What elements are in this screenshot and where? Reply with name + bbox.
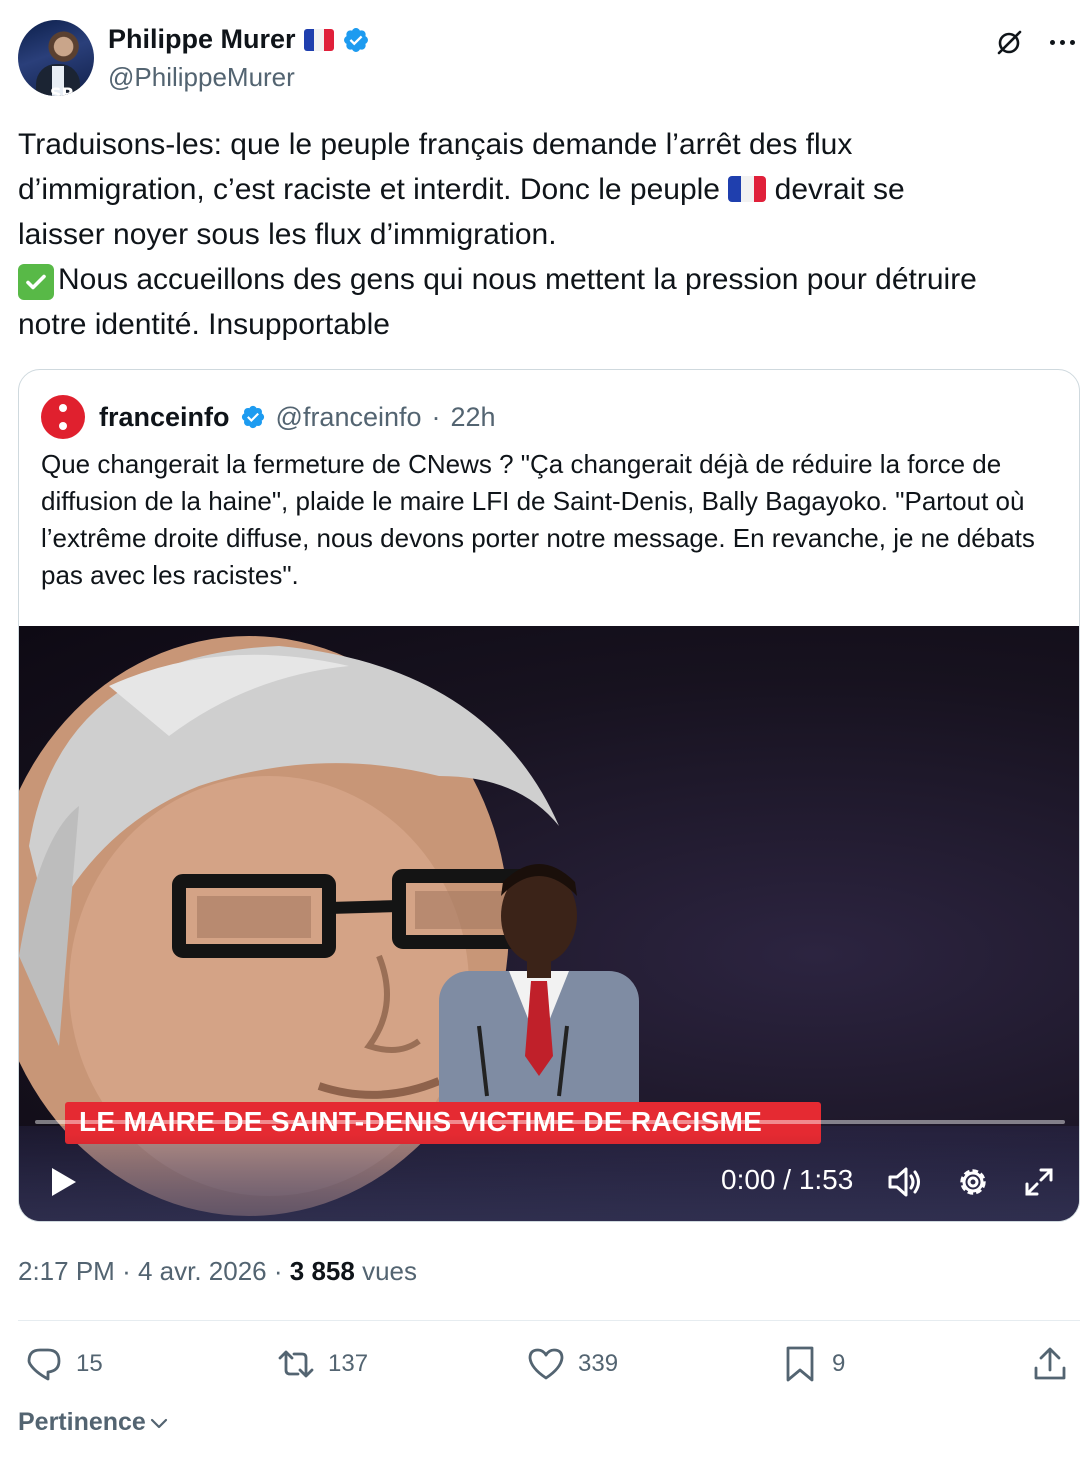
author-name[interactable]: Philippe Murer [108,24,296,55]
reply-button[interactable]: 15 [24,1344,103,1384]
tweet-text-line: devrait se [774,173,905,206]
separator-dot: · [122,1256,131,1286]
grok-icon[interactable] [994,28,1024,58]
franceinfo-logo-icon[interactable] [41,395,85,439]
french-flag-icon [303,28,334,51]
tweet-text-line: Nous accueillons des gens qui nous mette… [58,263,977,296]
tweet-header: SP Philippe Murer @PhilippeMurer [18,20,1078,100]
quoted-tweet-text: Que changerait la fermeture de CNews ? "… [41,449,1035,590]
separator-dot: · [273,1256,283,1286]
repost-icon [278,1350,314,1378]
tweet-text-line: Traduisons-les: que le peuple français d… [18,128,853,161]
bookmark-count: 9 [832,1350,846,1377]
verified-badge-icon [241,405,264,429]
quoted-tweet[interactable]: franceinfo @franceinfo · 22h Que changer… [18,369,1080,1222]
sort-dropdown[interactable]: Pertinence [18,1408,170,1437]
view-count: 3 858 [289,1256,355,1286]
like-button[interactable]: 339 [526,1344,618,1384]
more-options-icon[interactable] [1046,32,1078,52]
tweet-date[interactable]: 4 avr. 2026 [138,1256,267,1286]
reply-icon [27,1348,61,1381]
play-icon[interactable] [45,1164,81,1200]
heart-icon [528,1348,564,1380]
volume-icon[interactable] [885,1162,925,1202]
quoted-tweet-header: franceinfo @franceinfo · 22h [41,395,496,439]
video-player[interactable]: LE MAIRE DE SAINT-DENIS VICTIME DE RACIS… [19,626,1079,1221]
tweet-text-line: d’immigration, c’est raciste et interdit… [18,173,720,206]
chevron-down-icon [150,1418,167,1428]
tweet-text-line: notre identité. Insupportable [18,308,390,341]
video-progress-bar[interactable] [35,1120,1065,1124]
repost-button[interactable]: 137 [276,1344,368,1384]
tweet-time[interactable]: 2:17 PM [18,1256,115,1286]
view-count-label: vues [362,1256,417,1286]
separator-dot: · [431,401,441,432]
verified-badge-icon[interactable] [342,26,370,54]
fullscreen-icon[interactable] [1019,1162,1059,1202]
repost-count: 137 [328,1350,369,1377]
sort-label: Pertinence [18,1408,146,1436]
bookmark-button[interactable]: 9 [780,1344,845,1384]
divider [18,1320,1080,1321]
french-flag-icon [728,176,767,202]
quoted-author-name[interactable]: franceinfo [99,402,230,433]
settings-gear-icon[interactable] [953,1162,993,1202]
tweet-text-line: laisser noyer sous les flux d’immigratio… [18,218,557,251]
reply-count: 15 [76,1350,103,1377]
action-bar: 15 137 339 9 [24,1344,1074,1390]
share-button[interactable] [1030,1344,1070,1384]
video-time: 0:00 / 1:53 [721,1164,854,1195]
bookmark-icon [786,1346,814,1382]
check-mark-icon [18,264,54,300]
like-count: 339 [578,1350,619,1377]
quoted-tweet-age[interactable]: 22h [451,402,496,433]
share-icon [1034,1347,1066,1380]
quoted-author-handle[interactable]: @franceinfo [276,402,422,433]
author-name-row: Philippe Murer [108,24,370,55]
author-handle[interactable]: @PhilippeMurer [108,62,295,93]
avatar-label: SP [50,84,74,96]
tweet-meta: 2:17 PM · 4 avr. 2026 · 3 858 vues [18,1256,417,1287]
avatar[interactable]: SP [18,20,94,96]
tweet-text: Traduisons-les: que le peuple français d… [18,122,1080,347]
